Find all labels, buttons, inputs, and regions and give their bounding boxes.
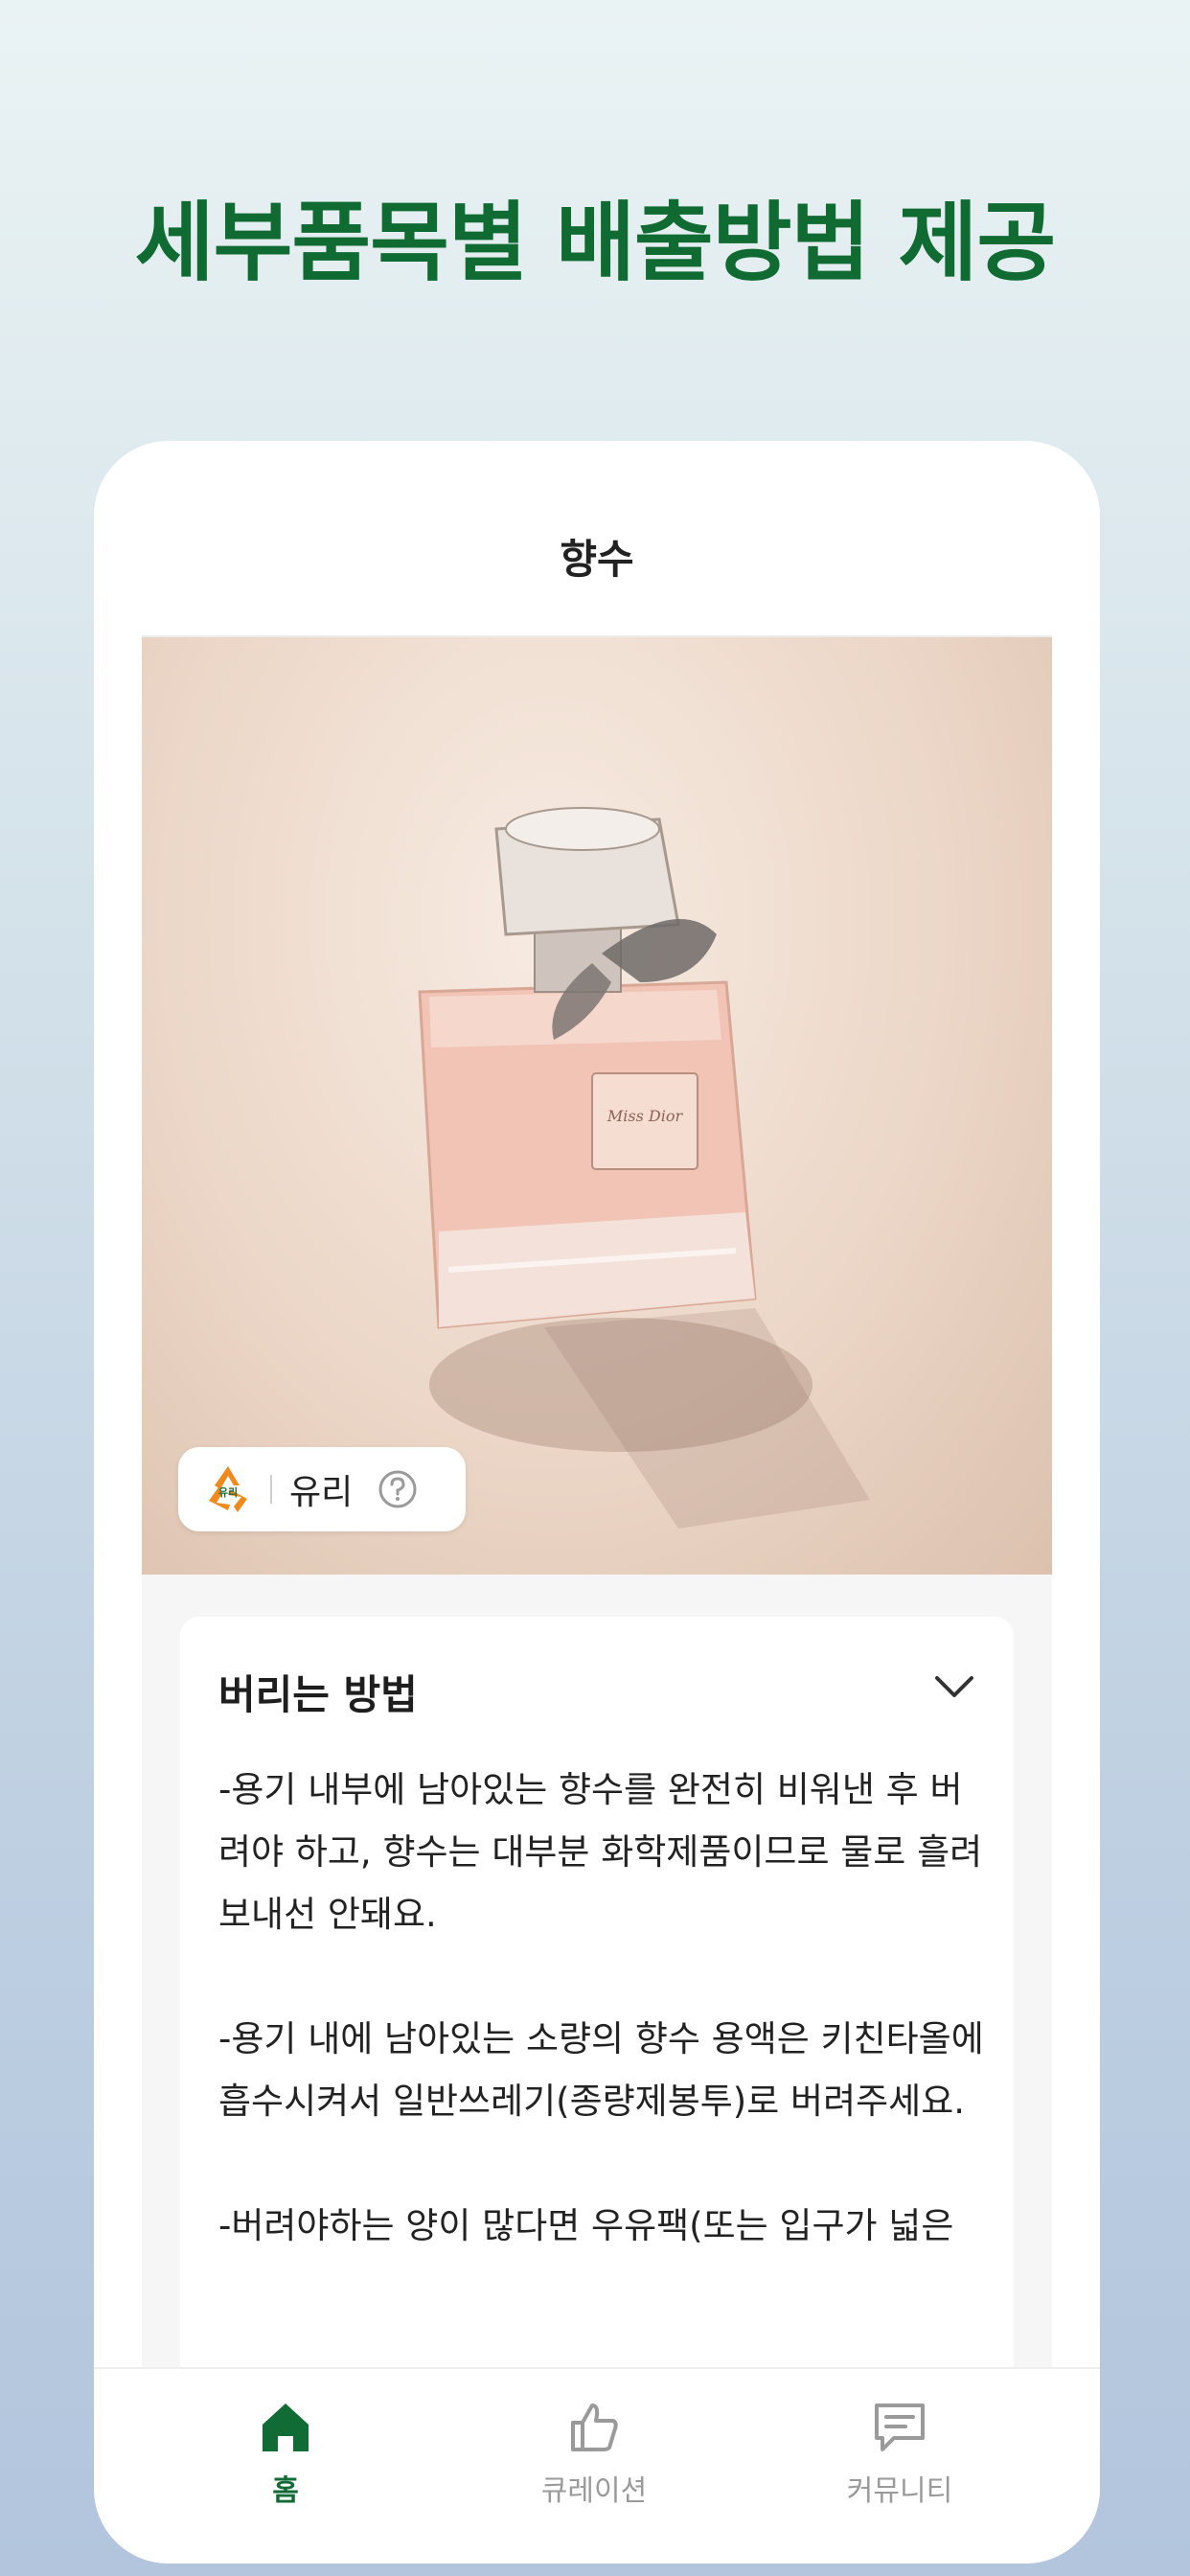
nav-label-community: 커뮤니티 xyxy=(846,2474,953,2508)
bottle-label-text: Miss Dior xyxy=(606,1107,684,1125)
recycle-glass-icon: 유리 xyxy=(209,1466,247,1512)
headline: 세부품목별 배출방법 제공 xyxy=(134,193,1056,293)
phone-screen: 향수 Miss Dior 유리 유리 버리는 방법 -용기 내부에 남아있는 향… xyxy=(94,441,1100,2564)
scroll-content[interactable]: Miss Dior 유리 유리 버리는 방법 -용기 내부에 남아있는 향수를 … xyxy=(142,637,1052,2367)
disposal-body: -용기 내부에 남아있는 향수를 완전히 비워낸 후 버려야 하고, 향수는 대… xyxy=(218,1759,985,2319)
disposal-paragraph: -용기 내부에 남아있는 향수를 완전히 비워낸 후 버려야 하고, 향수는 대… xyxy=(218,1769,983,1935)
perfume-bottle-illustration: Miss Dior xyxy=(418,807,870,1529)
chevron-down-icon[interactable] xyxy=(933,1672,975,1701)
material-badge[interactable]: 유리 유리 xyxy=(178,1447,466,1531)
disposal-method-card: 버리는 방법 -용기 내부에 남아있는 향수를 완전히 비워낸 후 버려야 하고… xyxy=(180,1617,1014,2367)
badge-separator xyxy=(270,1475,272,1504)
disposal-title: 버리는 방법 xyxy=(218,1671,418,1718)
disposal-paragraph: -용기 내에 남아있는 소량의 향수 용액은 키친타올에 흡수시켜서 일반쓰레기… xyxy=(218,2018,984,2122)
material-label: 유리 xyxy=(289,1473,354,1512)
nav-item-community[interactable]: 커뮤니티 xyxy=(794,2398,1005,2509)
thumbs-up-icon xyxy=(571,2404,618,2451)
message-icon xyxy=(875,2404,925,2451)
disposal-paragraph: -버려야하는 양이 많다면 우유팩(또는 입구가 넓은 xyxy=(218,2205,954,2246)
screen-title: 향수 xyxy=(560,536,634,583)
nav-item-home[interactable]: 홈 xyxy=(180,2398,391,2509)
nav-label-home: 홈 xyxy=(272,2474,299,2508)
home-icon xyxy=(263,2404,309,2451)
product-image: Miss Dior 유리 유리 xyxy=(142,637,1052,1575)
help-icon[interactable] xyxy=(378,1469,418,1509)
recycle-icon-text: 유리 xyxy=(218,1485,238,1499)
bottom-navigation: 홈 큐레이션 커뮤니티 xyxy=(94,2367,1100,2564)
nav-label-curation: 큐레이션 xyxy=(540,2474,648,2508)
nav-item-curation[interactable]: 큐레이션 xyxy=(489,2398,699,2509)
